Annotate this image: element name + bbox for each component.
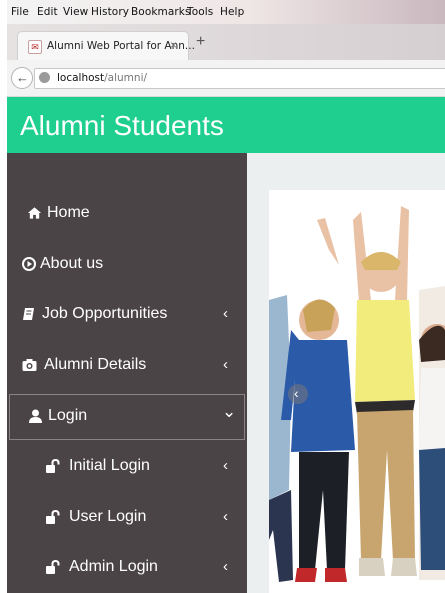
chevron-left-icon: ‹ [223,305,228,322]
sidebar-item-login[interactable]: Login ⌄ [9,394,245,440]
back-button[interactable]: ← [11,67,33,89]
tab-strip: ✉ Alumni Web Portal for Ann... × + [7,24,445,61]
sidebar-item-user-login[interactable]: User Login ‹ [7,496,247,542]
url-text: localhost/alumni/ [57,72,148,84]
sidebar-item-label: Admin Login [69,558,158,575]
site-brand[interactable]: Alumni Students [20,110,224,142]
site-header: Alumni Students [7,97,445,153]
back-arrow-icon: ← [16,70,29,85]
address-bar[interactable]: localhost/alumni/ [34,68,445,89]
home-icon [26,206,42,222]
sidebar-item-about-us[interactable]: About us [7,243,247,289]
menu-tools[interactable]: Tools [187,6,213,18]
menu-help[interactable]: Help [220,6,244,18]
menu-file[interactable]: File [11,6,29,18]
menu-view[interactable]: View [63,6,88,18]
browser-tab[interactable]: ✉ Alumni Web Portal for Ann... × [17,31,195,61]
chevron-left-icon: ‹ [223,558,228,575]
unlock-icon [45,559,61,576]
unlock-icon [45,509,61,526]
sidebar-item-home[interactable]: Home [7,192,247,238]
book-icon [21,307,37,323]
chevron-down-icon: ⌄ [222,402,237,421]
sidebar-item-label: About us [40,255,104,272]
menu-edit[interactable]: Edit [37,6,58,18]
chevron-left-icon: ‹ [223,508,228,525]
sidebar-item-label: User Login [69,508,147,525]
unlock-icon [45,458,61,475]
sidebar-item-label: Initial Login [69,457,150,474]
sidebar-item-alumni-details[interactable]: Alumni Details ‹ [7,344,247,390]
browser-window: File Edit View History Bookmarks Tools H… [7,0,445,593]
sidebar-item-label: Login [48,407,88,424]
slider-prev-button[interactable]: ‹ [288,384,308,404]
new-tab-button[interactable]: + [196,34,205,50]
sidebar-item-label: Home [47,204,90,221]
menu-bar: File Edit View History Bookmarks Tools H… [7,0,445,24]
sidebar-nav: Home About us Job Opportunities ‹ Alumni… [7,153,247,593]
menu-history[interactable]: History [91,6,129,18]
sidebar-item-label: Alumni Details [44,356,147,373]
sidebar-item-label: Job Opportunities [42,305,168,322]
sidebar-item-job-opportunities[interactable]: Job Opportunities ‹ [7,293,247,339]
sidebar-item-admin-login[interactable]: Admin Login ‹ [7,546,247,592]
chevron-left-icon: ‹ [223,356,228,373]
chevron-left-icon: ‹ [294,385,299,401]
play-circle-icon [21,257,37,273]
menu-bookmarks[interactable]: Bookmarks [131,6,191,18]
navigation-toolbar: ← localhost/alumni/ [7,60,445,97]
tab-close-icon[interactable]: × [170,38,177,52]
globe-icon [39,72,50,83]
camera-icon [21,358,37,374]
favicon-icon: ✉ [28,40,42,54]
chevron-left-icon: ‹ [223,457,228,474]
sidebar-item-initial-login[interactable]: Initial Login ‹ [7,445,247,491]
user-icon [27,409,43,425]
